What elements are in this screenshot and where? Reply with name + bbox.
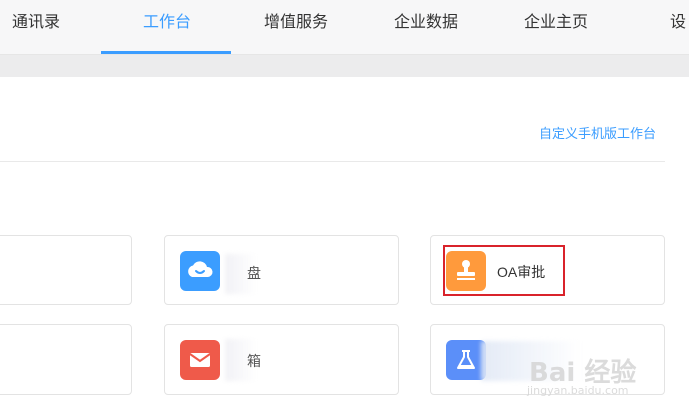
app-card[interactable] <box>0 235 132 305</box>
top-nav: 通讯录 工作台 增值服务 企业数据 企业主页 设 <box>0 0 689 55</box>
tab-workbench[interactable]: 工作台 <box>143 0 191 54</box>
tab-value-added-services[interactable]: 增值服务 <box>264 0 328 54</box>
mail-icon <box>180 340 220 380</box>
highlight-box <box>443 245 565 296</box>
tab-enterprise-homepage[interactable]: 企业主页 <box>524 0 588 54</box>
section-divider <box>0 161 665 162</box>
tab-contacts[interactable]: 通讯录 <box>12 0 60 54</box>
app-card-cloud[interactable]: 盘 <box>164 235 399 305</box>
app-label-partial: 箱 <box>247 353 261 369</box>
baidu-watermark: Bai 经验 jingyan.baidu.com <box>527 358 637 397</box>
app-label-partial: 盘 <box>247 265 261 281</box>
tab-enterprise-data[interactable]: 企业数据 <box>394 0 458 54</box>
custom-mobile-workbench-link[interactable]: 自定义手机版工作台 <box>539 123 656 142</box>
tab-settings[interactable]: 设 <box>670 0 686 54</box>
page-band <box>0 55 689 77</box>
app-card[interactable] <box>0 324 132 395</box>
active-tab-indicator <box>101 51 231 54</box>
app-card-mail[interactable]: 箱 <box>164 324 399 395</box>
flask-icon <box>446 340 486 380</box>
cloud-icon <box>180 251 220 291</box>
